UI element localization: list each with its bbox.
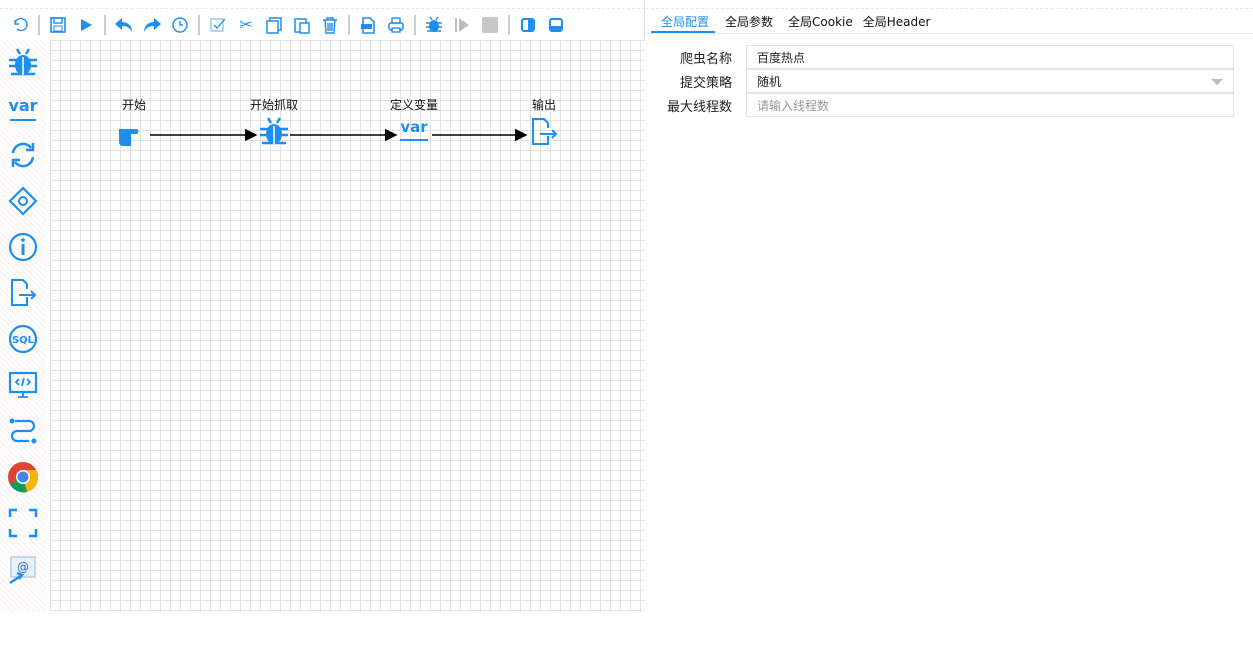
properties-panel: 全局配置 全局参数 全局Cookie 全局Header 爬虫名称 百度热点 提交… [646, 8, 1253, 612]
divider [104, 14, 106, 35]
node-label: 开始抓取 [249, 98, 298, 112]
run-icon[interactable] [72, 13, 100, 37]
redo-icon[interactable] [138, 13, 166, 37]
code-icon[interactable] [0, 362, 46, 408]
form-row-submit-strategy: 提交策略 随机 [646, 69, 1253, 93]
form-row-max-threads: 最大线程数 请输入线程数 [646, 93, 1253, 117]
paste-icon[interactable] [288, 13, 316, 37]
max-threads-placeholder: 请输入线程数 [757, 98, 830, 113]
node-label: 定义变量 [389, 98, 438, 112]
designer-area: ✂ var SQL @ 开始 开始抓取 定义变量 var 输出 [0, 0, 645, 612]
email-icon[interactable]: @ [0, 546, 46, 592]
tab-global-header[interactable]: 全局Header [858, 9, 936, 33]
flow-node-output[interactable]: 输出 [514, 96, 574, 150]
sql-icon[interactable]: SQL [0, 316, 46, 362]
bug-icon [244, 114, 304, 150]
loop-icon[interactable] [0, 132, 46, 178]
output-icon[interactable] [0, 270, 46, 316]
tab-global-params[interactable]: 全局参数 [715, 9, 783, 33]
svg-text:@: @ [17, 560, 29, 574]
node-label: 开始 [121, 98, 146, 112]
flow-node-crawl[interactable]: 开始抓取 [244, 96, 304, 150]
condition-icon[interactable] [0, 178, 46, 224]
undo-icon[interactable] [6, 13, 34, 37]
process-icon[interactable] [0, 408, 46, 454]
print-icon[interactable] [382, 13, 410, 37]
var-icon[interactable]: var [0, 86, 46, 132]
tab-global-config[interactable]: 全局配置 [651, 9, 715, 33]
svg-text:var: var [400, 118, 428, 136]
form-row-spider-name: 爬虫名称 百度热点 [646, 45, 1253, 69]
tab-global-cookie[interactable]: 全局Cookie [783, 9, 858, 33]
flow-node-start[interactable]: 开始 [104, 96, 164, 150]
chrome-icon[interactable] [0, 454, 46, 500]
copy-icon[interactable] [260, 13, 288, 37]
divider [198, 14, 200, 35]
flow-canvas[interactable]: 开始 开始抓取 定义变量 var 输出 [50, 40, 645, 612]
divider [38, 14, 40, 35]
spider-name-value: 百度热点 [757, 50, 806, 65]
spider-name-label: 爬虫名称 [679, 51, 732, 67]
stop-icon[interactable] [476, 13, 504, 37]
chevron-down-icon [1211, 79, 1223, 85]
submit-strategy-select[interactable]: 随机 [746, 69, 1234, 93]
history-icon[interactable] [166, 13, 194, 37]
divider [414, 14, 416, 35]
spider-name-input[interactable]: 百度热点 [746, 45, 1234, 69]
cut-icon[interactable]: ✂ [232, 13, 260, 37]
max-threads-input[interactable]: 请输入线程数 [746, 93, 1234, 117]
svg-text:var: var [8, 96, 37, 115]
export-icon[interactable] [354, 13, 382, 37]
panel-right-icon[interactable] [514, 13, 542, 37]
toolbar: ✂ [0, 8, 645, 40]
save-icon[interactable] [44, 13, 72, 37]
divider [348, 14, 350, 35]
submit-strategy-label: 提交策略 [679, 75, 732, 91]
delete-icon[interactable] [316, 13, 344, 37]
component-sidebar: var SQL @ [0, 40, 46, 612]
divider [508, 14, 510, 35]
flow-node-variable[interactable]: 定义变量 var [384, 96, 444, 150]
file-export-icon [514, 114, 574, 150]
svg-text:SQL: SQL [12, 335, 35, 346]
spider-icon[interactable] [0, 40, 46, 86]
select-all-icon[interactable] [204, 13, 232, 37]
hand-pointer-icon [104, 114, 164, 150]
max-threads-label: 最大线程数 [666, 99, 732, 115]
info-icon[interactable] [0, 224, 46, 270]
debug-icon[interactable] [420, 13, 448, 37]
panel-bottom-icon[interactable] [542, 13, 570, 37]
var-icon: var [384, 114, 444, 150]
step-icon[interactable] [448, 13, 476, 37]
tab-bar: 全局配置 全局参数 全局Cookie 全局Header [646, 9, 1253, 34]
screenshot-icon[interactable] [0, 500, 46, 546]
node-label: 输出 [531, 98, 556, 112]
undo-arrow-icon[interactable] [110, 13, 138, 37]
submit-strategy-value: 随机 [757, 74, 782, 89]
